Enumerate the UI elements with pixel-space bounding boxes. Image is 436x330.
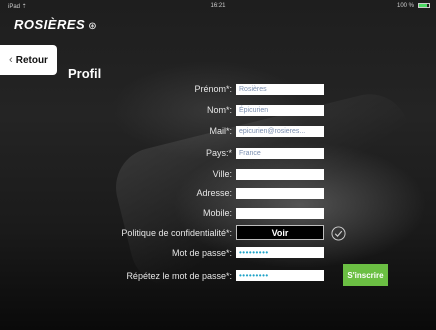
ville-label: Ville: <box>212 169 232 179</box>
ville-field[interactable] <box>236 169 324 180</box>
voir-politique-button[interactable]: Voir <box>236 225 324 240</box>
profile-screen: iPad ⇡ 16:21 100 % ROSIÈRES ⊛ ‹ Retour Pr… <box>0 0 436 330</box>
status-bar: iPad ⇡ 16:21 100 % <box>0 0 436 12</box>
mail-label: Mail*: <box>209 126 232 136</box>
checkmark-circle-icon[interactable] <box>331 226 346 241</box>
nom-label: Nom*: <box>206 105 232 115</box>
prenom-field[interactable]: Rosières <box>236 84 324 95</box>
back-button[interactable]: ‹ Retour <box>0 45 57 75</box>
back-button-label: Retour <box>15 54 48 66</box>
nom-field[interactable]: Épicurien <box>236 105 324 116</box>
password-field[interactable]: ••••••••• <box>236 247 324 258</box>
pays-field[interactable]: France <box>236 148 324 159</box>
mobile-label: Mobile: <box>202 208 232 218</box>
adresse-field[interactable] <box>236 188 324 199</box>
confirm-password-field[interactable]: ••••••••• <box>236 270 324 281</box>
chevron-left-icon: ‹ <box>9 54 13 66</box>
mail-field[interactable]: epicurien@rosieres... <box>236 126 324 137</box>
status-time: 16:21 <box>210 3 226 9</box>
politique-label: Politique de confidentialité*: <box>121 228 232 238</box>
mot-de-passe-label: Mot de passe*: <box>171 248 232 258</box>
mobile-field[interactable] <box>236 208 324 219</box>
prenom-label: Prénom*: <box>194 84 232 94</box>
battery-percent: 100 % <box>396 3 414 9</box>
page-title: Profil <box>68 66 102 81</box>
pays-label: Pays:* <box>205 148 232 158</box>
repetez-label: Répétez le mot de passe*: <box>126 271 232 281</box>
brand-mark-icon: ⊛ <box>88 21 98 32</box>
adresse-label: Adresse: <box>196 188 232 198</box>
inscrire-button[interactable]: S'inscrire <box>343 264 388 286</box>
brand-logo-text: ROSIÈRES <box>14 17 86 32</box>
battery-icon <box>418 3 430 8</box>
brand-logo: ROSIÈRES ⊛ <box>14 17 97 32</box>
